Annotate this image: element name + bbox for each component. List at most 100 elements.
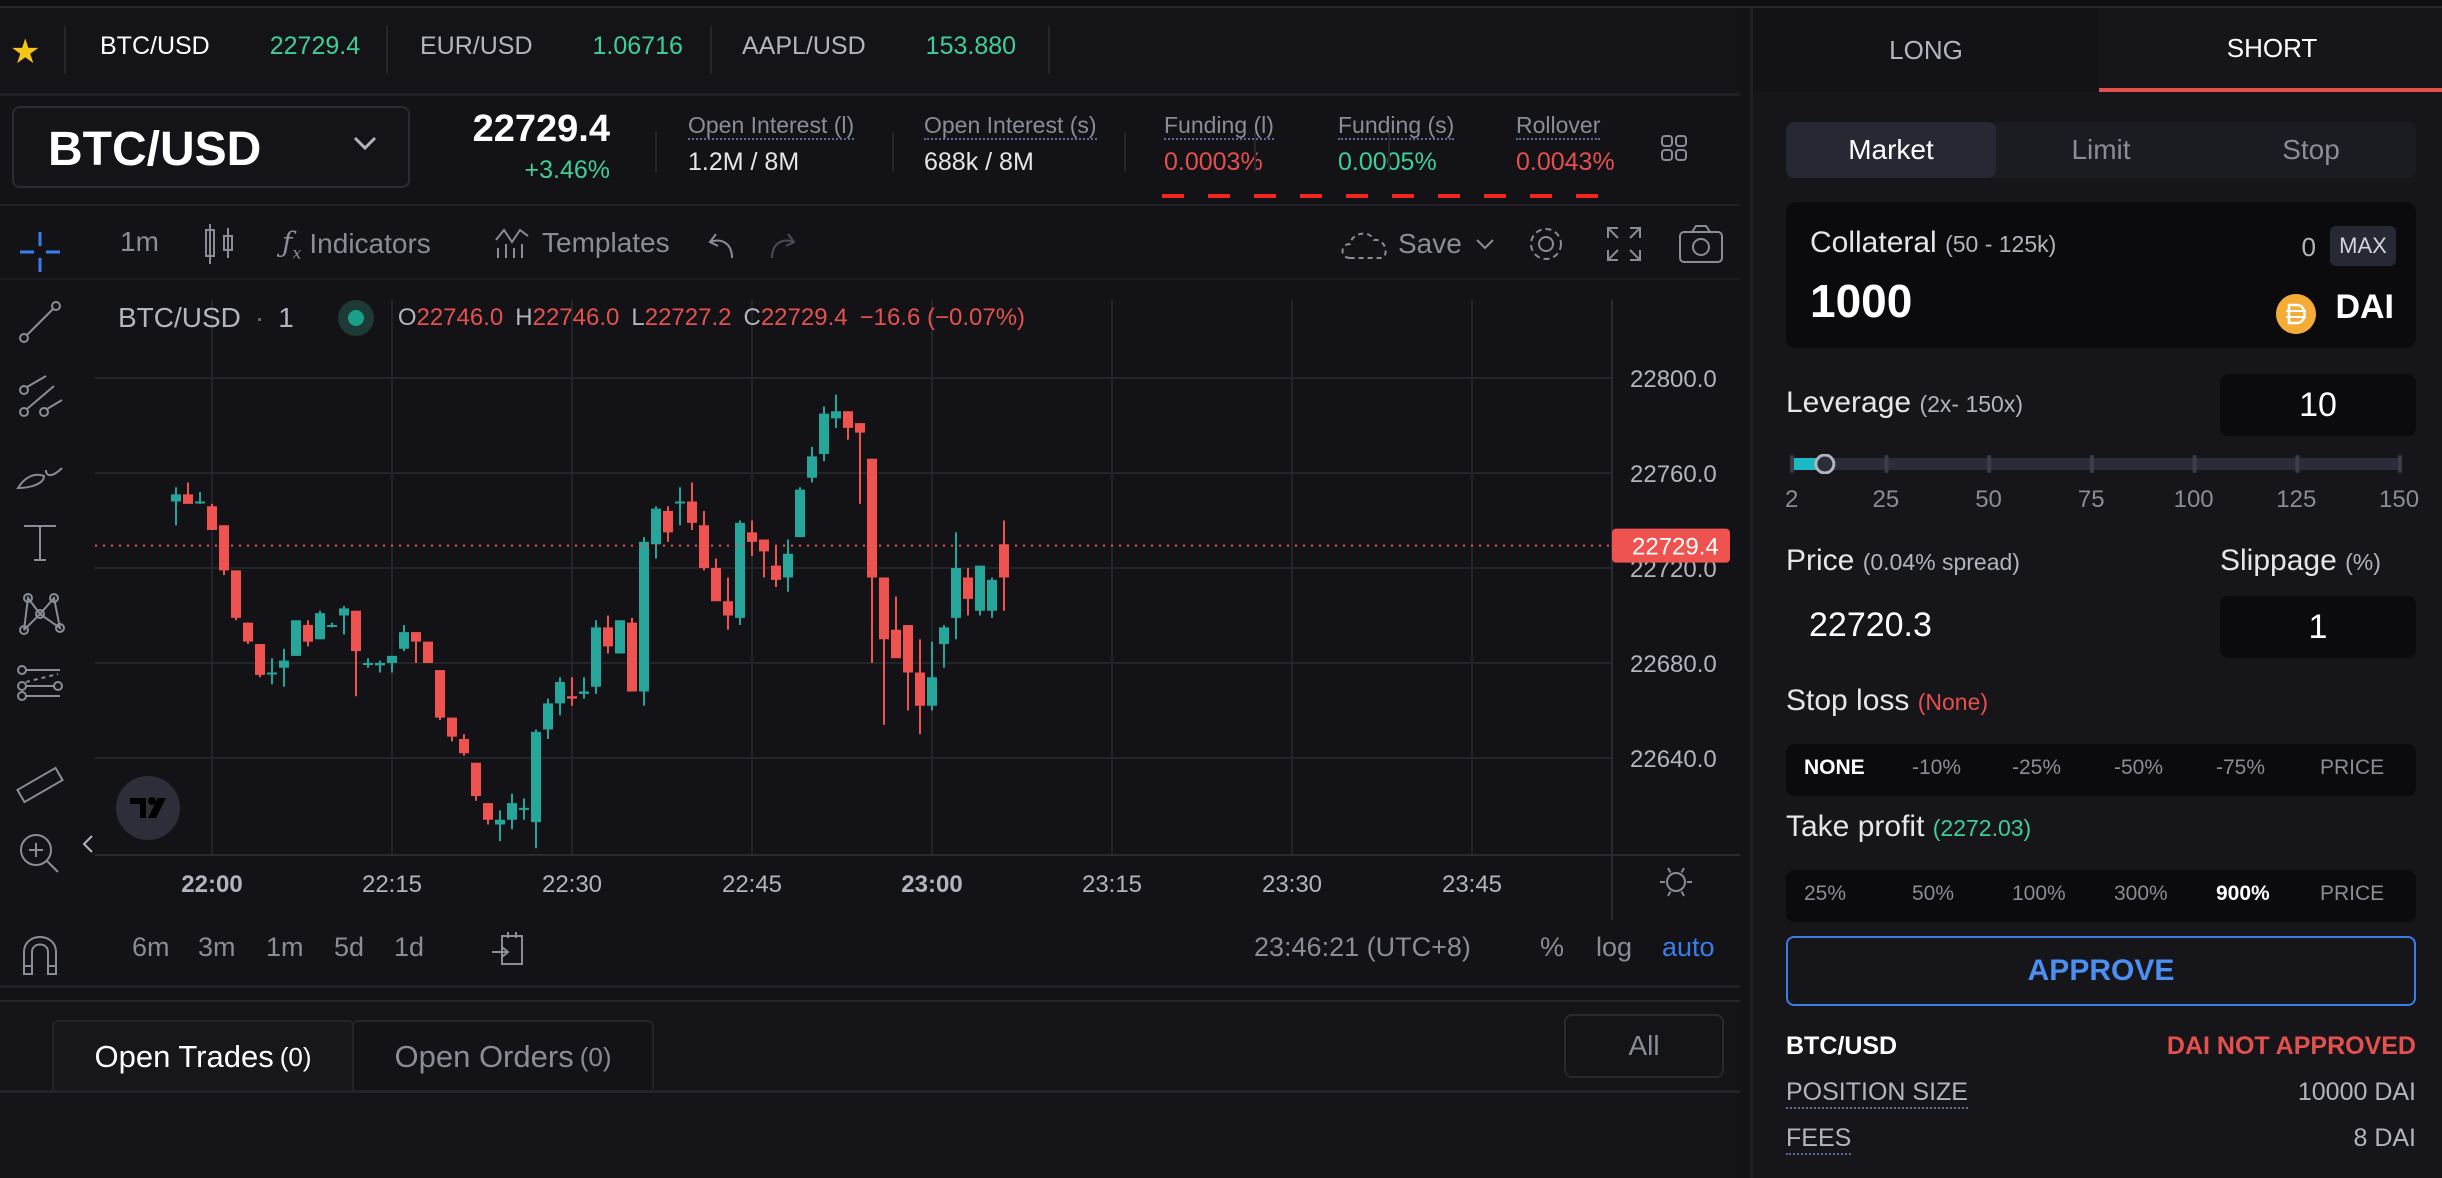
stop-loss-option[interactable]: NONE xyxy=(1804,756,1865,780)
candle xyxy=(723,577,733,630)
range-6m[interactable]: 6m xyxy=(132,932,170,963)
layout-grid-icon[interactable] xyxy=(1660,134,1688,162)
price-chart[interactable]: 22:00 22:15 22:30 22:45 23:00 23:15 23:30 23:45… xyxy=(0,280,1740,920)
tab-open-trades[interactable]: Open Trades (0) xyxy=(52,1020,354,1092)
leverage-tick-label[interactable]: 50 xyxy=(1975,486,2002,514)
legend-symbol: BTC/USD xyxy=(118,302,241,333)
take-profit-option[interactable]: 50% xyxy=(1912,882,1954,906)
take-profit-option[interactable]: PRICE xyxy=(2320,882,2384,906)
candle-body xyxy=(903,625,913,673)
leverage-tick-label[interactable]: 100 xyxy=(2174,486,2214,514)
leverage-input[interactable]: 10 xyxy=(2220,374,2416,436)
crosshair-icon[interactable] xyxy=(14,226,66,278)
fullscreen-icon[interactable] xyxy=(1604,224,1644,264)
goto-date-icon[interactable] xyxy=(490,930,526,968)
candle xyxy=(447,717,457,742)
fees-label[interactable]: FEES xyxy=(1786,1124,1852,1155)
ticker-item-aapl[interactable]: AAPL/USD 153.880 xyxy=(742,32,1016,61)
chevron-down-icon[interactable] xyxy=(1474,236,1496,252)
candle-body xyxy=(783,553,793,578)
slider-tick xyxy=(1884,455,1889,473)
tradingview-logo[interactable] xyxy=(116,776,180,840)
camera-icon[interactable] xyxy=(1678,224,1724,264)
order-type-limit[interactable]: Limit xyxy=(1996,122,2206,178)
leverage-tick-label[interactable]: 150 xyxy=(2379,486,2419,514)
candle-body xyxy=(387,655,397,663)
candle-body xyxy=(351,610,361,652)
magnet-icon[interactable] xyxy=(14,928,66,980)
stop-loss-option[interactable]: -75% xyxy=(2216,756,2265,780)
stat-value: 688k / 8M xyxy=(924,148,1034,176)
gear-icon[interactable] xyxy=(1524,222,1568,266)
auto-scale-toggle[interactable]: auto xyxy=(1662,932,1715,963)
leverage-tick-label[interactable]: 2 xyxy=(1785,486,1798,514)
range-1m[interactable]: 1m xyxy=(266,932,304,963)
position-size-label[interactable]: POSITION SIZE xyxy=(1786,1078,1968,1109)
ticker-item-btc[interactable]: BTC/USD 22729.4 xyxy=(100,32,360,61)
max-button[interactable]: MAX xyxy=(2330,226,2396,266)
trades-panel: Open Trades (0) Open Orders (0) All xyxy=(0,1000,1740,1178)
redo-icon[interactable] xyxy=(764,228,798,262)
leverage-tick-label[interactable]: 125 xyxy=(2276,486,2316,514)
leverage-tick-label[interactable]: 25 xyxy=(1872,486,1899,514)
ticker-item-eur[interactable]: EUR/USD 1.06716 xyxy=(420,32,683,61)
order-type-stop[interactable]: Stop xyxy=(2206,122,2416,178)
candle xyxy=(951,532,961,640)
candle xyxy=(255,644,265,678)
stop-loss-option[interactable]: -50% xyxy=(2114,756,2163,780)
log-scale-toggle[interactable]: log xyxy=(1596,932,1632,963)
templates-button[interactable]: Templates xyxy=(494,226,670,260)
tab-short[interactable]: SHORT xyxy=(2099,8,2442,92)
order-type-market[interactable]: Market xyxy=(1786,122,1996,178)
stat-label[interactable]: Rollover xyxy=(1516,112,1601,140)
collateral-input-box[interactable]: Collateral (50 - 125k) 0 MAX 1000 DAI xyxy=(1786,202,2416,348)
time-axis-label: 23:30 xyxy=(1262,871,1322,898)
collateral-token[interactable]: DAI xyxy=(2335,288,2394,327)
undo-icon[interactable] xyxy=(706,228,740,262)
market-status-icon xyxy=(337,300,374,336)
take-profit-option[interactable]: 25% xyxy=(1804,882,1846,906)
leverage-tick-label[interactable]: 75 xyxy=(2078,486,2105,514)
take-profit-options: 25% 50% 100% 300% 900% PRICE xyxy=(1786,870,2416,922)
stat-value: 1.2M / 8M xyxy=(688,148,800,176)
divider xyxy=(386,26,388,74)
leverage-slider[interactable] xyxy=(1786,454,2406,474)
candle-body xyxy=(267,672,277,675)
stat-label[interactable]: Open Interest (s) xyxy=(924,112,1097,140)
stat-label[interactable]: Open Interest (l) xyxy=(688,112,855,140)
range-5d[interactable]: 5d xyxy=(334,932,364,963)
order-type-selector: Market Limit Stop xyxy=(1786,122,2416,178)
chart-clock[interactable]: 23:46:21 (UTC+8) xyxy=(1254,932,1471,963)
approve-button[interactable]: APPROVE xyxy=(1786,936,2416,1006)
stat-label[interactable]: Funding (s) xyxy=(1338,112,1455,140)
pair-selector[interactable]: BTC/USD xyxy=(12,106,410,188)
stop-loss-option[interactable]: -25% xyxy=(2012,756,2061,780)
tab-open-orders[interactable]: Open Orders (0) xyxy=(352,1020,654,1092)
candle xyxy=(171,487,181,526)
candle xyxy=(483,803,493,825)
stop-loss-option[interactable]: PRICE xyxy=(2320,756,2384,780)
tab-long[interactable]: LONG xyxy=(1753,8,2099,92)
take-profit-option[interactable]: 100% xyxy=(2012,882,2066,906)
interval-button[interactable]: 1m xyxy=(120,226,159,258)
star-icon[interactable]: ★ xyxy=(10,32,40,72)
all-filter-button[interactable]: All xyxy=(1564,1014,1724,1078)
percent-scale-toggle[interactable]: % xyxy=(1540,932,1564,963)
templates-icon xyxy=(495,228,529,258)
collateral-input[interactable]: 1000 xyxy=(1810,274,1912,328)
slippage-input[interactable]: 1 xyxy=(2220,596,2416,658)
take-profit-option[interactable]: 900% xyxy=(2216,882,2270,906)
indicators-button[interactable]: ƒx Indicators xyxy=(282,226,431,263)
stat-value: 0.0005% xyxy=(1338,148,1454,177)
candles-icon[interactable] xyxy=(200,222,240,266)
stop-loss-option[interactable]: -10% xyxy=(1912,756,1961,780)
take-profit-option[interactable]: 300% xyxy=(2114,882,2168,906)
stat-label[interactable]: Funding (l) xyxy=(1164,112,1274,140)
candle xyxy=(903,625,913,711)
order-panel: LONG SHORT Market Limit Stop Collateral … xyxy=(1750,8,2442,1178)
range-3m[interactable]: 3m xyxy=(198,932,236,963)
range-1d[interactable]: 1d xyxy=(394,932,424,963)
stop-loss-label: Stop loss (None) xyxy=(1786,684,1988,718)
save-button[interactable]: Save xyxy=(1340,226,1462,262)
position-size-value: 10000 DAI xyxy=(2297,1078,2416,1106)
